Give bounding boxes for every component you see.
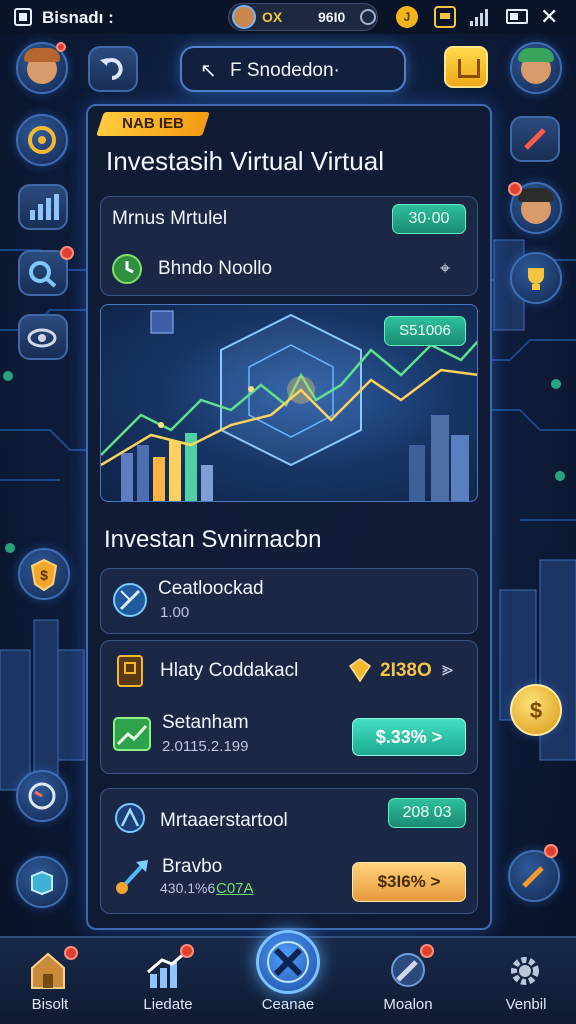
svg-text:$: $ [530, 698, 542, 723]
balance-value: 96I0 [318, 9, 346, 25]
speed-button[interactable] [16, 770, 68, 822]
book-icon [117, 655, 143, 687]
nav-item-tools[interactable]: Moalon [358, 938, 458, 1024]
launch-button[interactable] [508, 844, 560, 902]
battery-icon [506, 9, 528, 24]
status-bar: Bisnadı : OX 96I0 J ✕ [0, 0, 576, 34]
menu-button[interactable] [444, 46, 488, 88]
compass-icon [113, 583, 147, 617]
boost-action-button[interactable]: $3I6% > [352, 862, 466, 902]
trophy-icon [528, 268, 544, 290]
map-button[interactable] [16, 856, 68, 908]
list-item-title: Mrtaaerstartool [160, 810, 288, 831]
list-item-subtitle: 430.1%6 [160, 880, 216, 896]
notification-badge [56, 42, 66, 52]
gear-icon [511, 957, 539, 985]
pen-icon [524, 128, 546, 150]
wallet-button[interactable]: $ [18, 548, 70, 600]
close-icon[interactable]: ✕ [540, 4, 558, 30]
dollar-shield-icon: $ [30, 558, 58, 592]
gauge-icon [28, 782, 56, 810]
list-item-badge: 208 03 [388, 798, 466, 828]
trophy-button[interactable] [510, 252, 562, 304]
notification-badge [64, 946, 78, 960]
list-item-title: Hlaty Coddakacl [160, 660, 299, 681]
nav-label: Liedate [143, 996, 193, 1013]
list-item-title: Ceatloockad [158, 578, 264, 599]
summary-subtitle: Bhndo Noollo [158, 258, 273, 279]
profile-avatar-button[interactable] [16, 42, 68, 94]
rocket-icon [522, 866, 544, 888]
robot-icon[interactable] [434, 6, 456, 28]
notification-badge [420, 944, 434, 958]
return-icon [100, 58, 123, 80]
notification-badge [508, 182, 522, 196]
list-item-title: Setanham [162, 712, 249, 733]
nav-label: Ceanae [261, 996, 315, 1013]
coin-icon[interactable]: J [396, 6, 418, 28]
tools-icon [267, 941, 309, 983]
app-title: Bisnadı : [42, 8, 114, 27]
clock-icon [112, 254, 142, 284]
share-icon[interactable]: ⪢ [442, 658, 453, 681]
gem-icon [348, 658, 372, 683]
header-title: F Snodedon· [230, 60, 340, 81]
profile-code: OX [262, 9, 283, 25]
bar-chart-icon [30, 194, 59, 220]
app-icon [14, 8, 32, 26]
hair-icon [518, 188, 554, 202]
svg-text:$: $ [40, 567, 48, 583]
nav-label: Bisolt [31, 996, 69, 1013]
dollar-coin-icon: $ [530, 698, 542, 723]
coin-button[interactable]: $ [510, 684, 562, 736]
agent-avatar-button[interactable] [508, 182, 562, 234]
list-item[interactable] [100, 568, 478, 634]
cursor-icon: ↖ [200, 60, 217, 82]
hat-icon [24, 48, 60, 62]
panel-ribbon: NAB IEB [96, 112, 210, 136]
summary-heading: Mrnus Mrtulel [112, 208, 228, 229]
section-title: Investan Svnirnacbn [104, 526, 322, 553]
growth-chart-icon [113, 717, 151, 751]
friend-avatar-button[interactable] [510, 42, 562, 94]
map-icon [31, 870, 53, 896]
eye-button[interactable] [18, 314, 68, 360]
compass-icon [115, 803, 145, 833]
summary-value: 30·00 [392, 204, 466, 234]
nav-item-stats[interactable]: Liedate [118, 938, 218, 1024]
rocket-icon [116, 860, 148, 894]
list-item-value: 2I38O [380, 660, 432, 681]
avatar[interactable] [232, 5, 256, 29]
cap-icon [518, 48, 554, 62]
target-button[interactable] [16, 114, 68, 166]
eye-icon [27, 328, 57, 348]
record-icon [360, 9, 376, 25]
nav-label: Moalon [383, 996, 433, 1013]
target-icon [28, 126, 56, 154]
signal-icon [470, 8, 492, 26]
nav-item-home[interactable]: Bisolt [0, 938, 100, 1024]
pin-icon[interactable]: ⌖ [440, 258, 450, 279]
list-item-title: Bravbo [162, 856, 223, 877]
notification-badge [544, 844, 558, 858]
search-button[interactable] [18, 246, 74, 296]
ribbon-label: NAB IEB [122, 115, 184, 132]
header-title-pill[interactable]: ↖ F Snodedon· [180, 46, 406, 92]
stats-button[interactable] [18, 184, 68, 230]
chart-value-label: S51006 [384, 316, 466, 346]
center-action-button[interactable] [256, 930, 320, 994]
list-item-subtitle: 2.0115.2.199 [162, 738, 249, 755]
list-item-change: C07A [216, 880, 254, 897]
list-item-subtitle: 1.00 [160, 604, 190, 621]
edit-button[interactable] [510, 116, 560, 162]
search-icon [29, 261, 57, 288]
notification-badge [60, 246, 74, 260]
back-button[interactable] [88, 46, 138, 92]
notification-badge [180, 944, 194, 958]
nav-label: Venbil [505, 996, 547, 1013]
panel-title: Investasih Virtual Virtual [106, 146, 384, 176]
nav-item-settings[interactable]: Venbil [476, 938, 576, 1024]
invest-action-button[interactable]: $.33% > [352, 718, 466, 756]
